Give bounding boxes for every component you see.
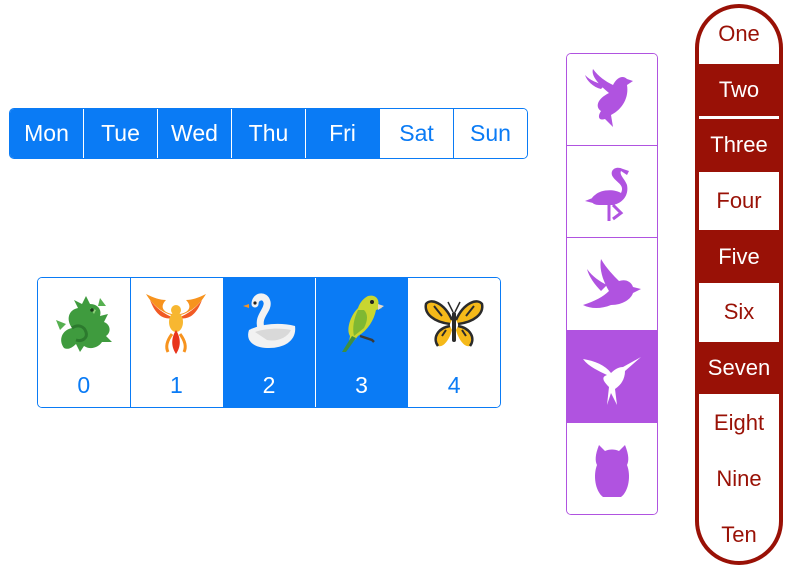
dove-icon xyxy=(579,67,645,133)
segment-sun[interactable]: Sun xyxy=(453,109,527,158)
segment-thu[interactable]: Thu xyxy=(231,109,305,158)
segment-three[interactable]: Three xyxy=(699,116,779,172)
segment-hummingbird[interactable] xyxy=(567,329,657,422)
segment-nine[interactable]: Nine xyxy=(699,449,779,506)
segment-tue[interactable]: Tue xyxy=(83,109,157,158)
segment-five[interactable]: Five xyxy=(699,227,779,283)
segment-label: 4 xyxy=(447,372,461,398)
flamingo-icon xyxy=(579,159,645,225)
segment-flamingo[interactable] xyxy=(567,145,657,238)
segment-fri[interactable]: Fri xyxy=(305,109,379,158)
owl-icon xyxy=(579,435,645,501)
segment-creature-4[interactable]: 4 xyxy=(407,278,500,407)
duck-icon xyxy=(579,251,645,317)
segment-seven[interactable]: Seven xyxy=(699,338,779,395)
segment-sat[interactable]: Sat xyxy=(379,109,453,158)
dragon-icon xyxy=(50,290,118,356)
segment-wed[interactable]: Wed xyxy=(157,109,231,158)
segment-duck[interactable] xyxy=(567,237,657,330)
weekday-segmented-control: Mon Tue Wed Thu Fri Sat Sun xyxy=(9,108,528,159)
segment-label: 1 xyxy=(169,372,183,398)
segment-ten[interactable]: Ten xyxy=(699,505,779,561)
creature-segmented-control: 0 1 2 3 4 xyxy=(37,277,501,408)
segment-mon[interactable]: Mon xyxy=(10,109,83,158)
segment-label: 0 xyxy=(77,372,91,398)
segment-dove[interactable] xyxy=(567,54,657,146)
segment-eight[interactable]: Eight xyxy=(699,394,779,450)
bird-segmented-control xyxy=(566,53,658,515)
segment-creature-1[interactable]: 1 xyxy=(129,278,223,407)
segment-creature-2[interactable]: 2 xyxy=(222,278,315,407)
segment-label: 2 xyxy=(262,372,276,398)
parrot-icon xyxy=(328,290,396,356)
segment-one[interactable]: One xyxy=(699,8,779,61)
number-segmented-control: One Two Three Four Five Six Seven Eight … xyxy=(695,4,783,565)
segment-six[interactable]: Six xyxy=(699,282,779,339)
segment-creature-3[interactable]: 3 xyxy=(314,278,408,407)
hummingbird-icon xyxy=(579,343,645,409)
segment-label: 3 xyxy=(355,372,368,398)
butterfly-icon xyxy=(420,290,488,356)
swan-icon xyxy=(235,290,303,356)
segment-creature-0[interactable]: 0 xyxy=(38,278,130,407)
phoenix-icon xyxy=(142,290,210,356)
segment-four[interactable]: Four xyxy=(699,171,779,228)
segment-two[interactable]: Two xyxy=(699,60,779,117)
segment-owl[interactable] xyxy=(567,421,657,514)
